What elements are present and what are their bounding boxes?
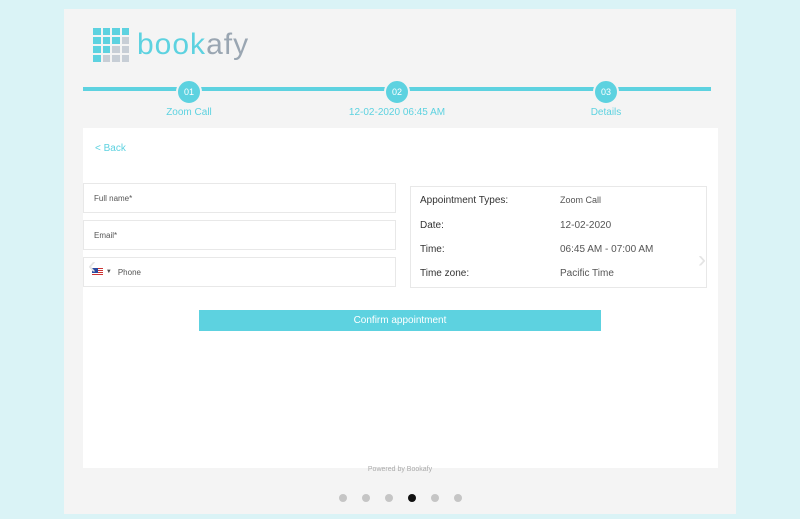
logo-text-afy: afy bbox=[206, 28, 250, 61]
step-1-label: Zoom Call bbox=[166, 107, 212, 118]
carousel-dot[interactable] bbox=[407, 494, 416, 502]
email-field[interactable] bbox=[83, 220, 396, 250]
chevron-right-icon[interactable]: › bbox=[698, 246, 706, 274]
summary-timezone-label: Time zone: bbox=[420, 268, 470, 279]
email-input[interactable] bbox=[84, 221, 395, 249]
back-link[interactable]: < Back bbox=[95, 143, 126, 154]
logo-text-book: book bbox=[137, 28, 207, 61]
step-2-label: 12-02-2020 06:45 AM bbox=[348, 107, 446, 118]
calendar-grid-icon bbox=[93, 28, 129, 62]
step-2[interactable]: 02 12-02-2020 06:45 AM bbox=[297, 79, 497, 118]
phone-input[interactable] bbox=[111, 258, 395, 286]
details-panel: < Back ▼ Appointment Types: Zoom Call Da… bbox=[83, 128, 718, 468]
carousel-dot[interactable] bbox=[453, 494, 462, 502]
powered-by-text: Powered by Bookafy bbox=[367, 466, 433, 473]
summary-date-label: Date: bbox=[420, 220, 444, 231]
full-name-input[interactable] bbox=[84, 184, 395, 212]
step-3-label: Details bbox=[590, 107, 622, 118]
appointment-summary: Appointment Types: Zoom Call Date: 12-02… bbox=[410, 186, 707, 288]
summary-time-label: Time: bbox=[420, 244, 445, 255]
carousel-dot[interactable] bbox=[361, 494, 370, 502]
step-2-number: 02 bbox=[384, 79, 410, 105]
carousel-dot[interactable] bbox=[430, 494, 439, 502]
chevron-left-icon[interactable]: ‹ bbox=[88, 252, 96, 280]
full-name-field[interactable] bbox=[83, 183, 396, 213]
step-3-number: 03 bbox=[593, 79, 619, 105]
summary-type-value: Zoom Call bbox=[560, 195, 602, 205]
step-1-number: 01 bbox=[176, 79, 202, 105]
step-3[interactable]: 03 Details bbox=[506, 79, 706, 118]
phone-field[interactable]: ▼ bbox=[83, 257, 396, 287]
logo-text: bookafy bbox=[137, 28, 249, 62]
step-1[interactable]: 01 Zoom Call bbox=[89, 79, 289, 118]
summary-type-label: Appointment Types: bbox=[420, 195, 509, 206]
booking-card: bookafy 01 Zoom Call 02 12-02-2020 06:45… bbox=[64, 9, 736, 514]
summary-time-value: 06:45 AM - 07:00 AM bbox=[560, 244, 654, 255]
carousel-dot[interactable] bbox=[384, 494, 393, 502]
carousel-dots bbox=[0, 494, 800, 502]
bookafy-logo: bookafy bbox=[93, 28, 249, 62]
summary-date-value: 12-02-2020 bbox=[560, 220, 612, 231]
confirm-appointment-button[interactable]: Confirm appointment bbox=[199, 310, 601, 331]
summary-timezone-value: Pacific Time bbox=[560, 268, 614, 279]
carousel-dot[interactable] bbox=[338, 494, 347, 502]
